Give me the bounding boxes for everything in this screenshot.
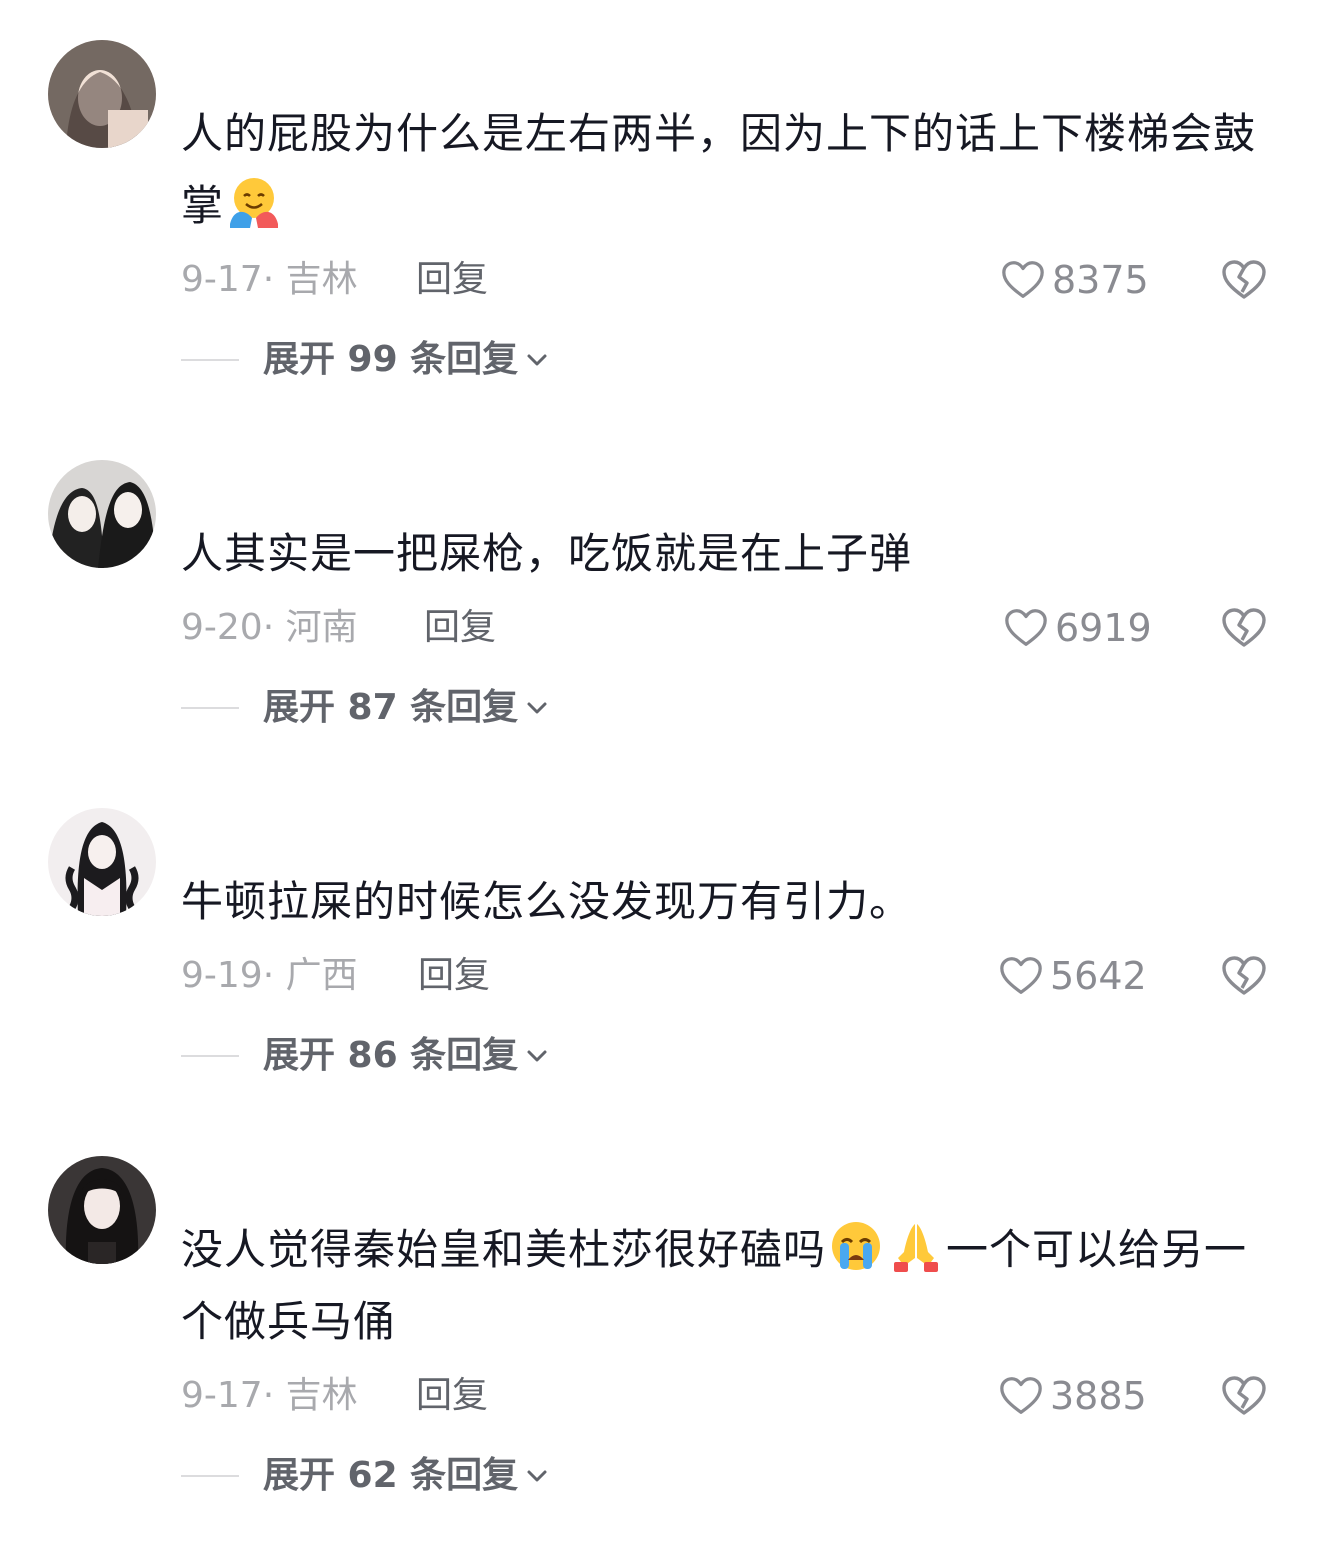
expand-divider	[181, 1055, 239, 1057]
dislike-button[interactable]	[1220, 256, 1268, 304]
comment-date-location: 9-17· 吉林	[181, 259, 358, 300]
broken-heart-icon	[1220, 604, 1268, 652]
broken-heart-icon	[1220, 1372, 1268, 1420]
comment-text-content: 人其实是一把屎枪，吃饭就是在上子弹	[181, 529, 913, 578]
expand-divider	[181, 359, 239, 361]
chevron-down-icon	[524, 695, 550, 721]
reply-button[interactable]: 回复	[416, 256, 488, 304]
like-button[interactable]: 8375	[1000, 254, 1149, 306]
avatar[interactable]	[48, 40, 156, 148]
expand-replies-label: 展开 87 条回复	[263, 687, 519, 728]
heart-outline-icon	[1000, 257, 1046, 303]
hugging-face-emoji	[226, 174, 282, 230]
expand-replies-button[interactable]: 展开 86 条回复	[263, 1032, 550, 1080]
like-count: 8375	[1052, 258, 1149, 302]
comment-text-before: 没人觉得秦始皇和美杜莎很好磕吗	[181, 1225, 827, 1274]
chevron-down-icon	[524, 1463, 550, 1489]
like-button[interactable]: 3885	[998, 1370, 1147, 1422]
comment-item: 人其实是一把屎枪，吃饭就是在上子弹 9-20· 河南 回复 6919 展开 87…	[0, 420, 1320, 790]
comment-text: 没人觉得秦始皇和美杜莎很好磕吗 一个可以给另一个做兵马俑	[181, 1214, 1261, 1358]
comment-text-content: 牛顿拉屎的时候怎么没发现万有引力。	[181, 877, 913, 926]
like-count: 5642	[1050, 954, 1147, 998]
avatar[interactable]	[48, 1156, 156, 1264]
comment-text: 牛顿拉屎的时候怎么没发现万有引力。	[181, 866, 1261, 938]
chevron-down-icon	[524, 1043, 550, 1069]
expand-replies-label: 展开 86 条回复	[263, 1035, 519, 1076]
expand-replies-button[interactable]: 展开 87 条回复	[263, 684, 550, 732]
comment-date-location: 9-20· 河南	[181, 607, 358, 648]
expand-replies-label: 展开 99 条回复	[263, 339, 519, 380]
expand-divider	[181, 707, 239, 709]
avatar[interactable]	[48, 460, 156, 568]
comment-item: 人的屁股为什么是左右两半，因为上下的话上下楼梯会鼓掌 9-17· 吉林 回复 8…	[0, 0, 1320, 420]
chevron-down-icon	[524, 347, 550, 373]
comment-date-location: 9-19· 广西	[181, 955, 358, 996]
reply-button[interactable]: 回复	[424, 604, 496, 652]
avatar[interactable]	[48, 808, 156, 916]
comment-text-content: 人的屁股为什么是左右两半，因为上下的话上下楼梯会鼓掌	[181, 109, 1257, 230]
comment-text: 人的屁股为什么是左右两半，因为上下的话上下楼梯会鼓掌	[181, 98, 1261, 242]
reply-button[interactable]: 回复	[418, 952, 490, 1000]
comment-item: 牛顿拉屎的时候怎么没发现万有引力。 9-19· 广西 回复 5642 展开 86…	[0, 768, 1320, 1138]
like-count: 3885	[1050, 1374, 1147, 1418]
dislike-button[interactable]	[1220, 952, 1268, 1000]
like-count: 6919	[1055, 606, 1152, 650]
comment-item: 没人觉得秦始皇和美杜莎很好磕吗 一个可以给另一个做兵马俑 9-17· 吉林 回复…	[0, 1116, 1320, 1545]
comment-text: 人其实是一把屎枪，吃饭就是在上子弹	[181, 518, 1261, 590]
like-button[interactable]: 6919	[1003, 602, 1152, 654]
dislike-button[interactable]	[1220, 604, 1268, 652]
expand-replies-label: 展开 62 条回复	[263, 1455, 519, 1496]
expand-replies-button[interactable]: 展开 99 条回复	[263, 336, 550, 384]
like-button[interactable]: 5642	[998, 950, 1147, 1002]
heart-outline-icon	[1003, 605, 1049, 651]
dislike-button[interactable]	[1220, 1372, 1268, 1420]
broken-heart-icon	[1220, 256, 1268, 304]
comment-date-location: 9-17· 吉林	[181, 1375, 358, 1416]
expand-replies-button[interactable]: 展开 62 条回复	[263, 1452, 550, 1500]
broken-heart-icon	[1220, 952, 1268, 1000]
loudly-crying-face-emoji	[828, 1218, 884, 1274]
reply-button[interactable]: 回复	[416, 1372, 488, 1420]
heart-outline-icon	[998, 1373, 1044, 1419]
folded-hands-emoji	[888, 1218, 944, 1274]
heart-outline-icon	[998, 953, 1044, 999]
expand-divider	[181, 1475, 239, 1477]
